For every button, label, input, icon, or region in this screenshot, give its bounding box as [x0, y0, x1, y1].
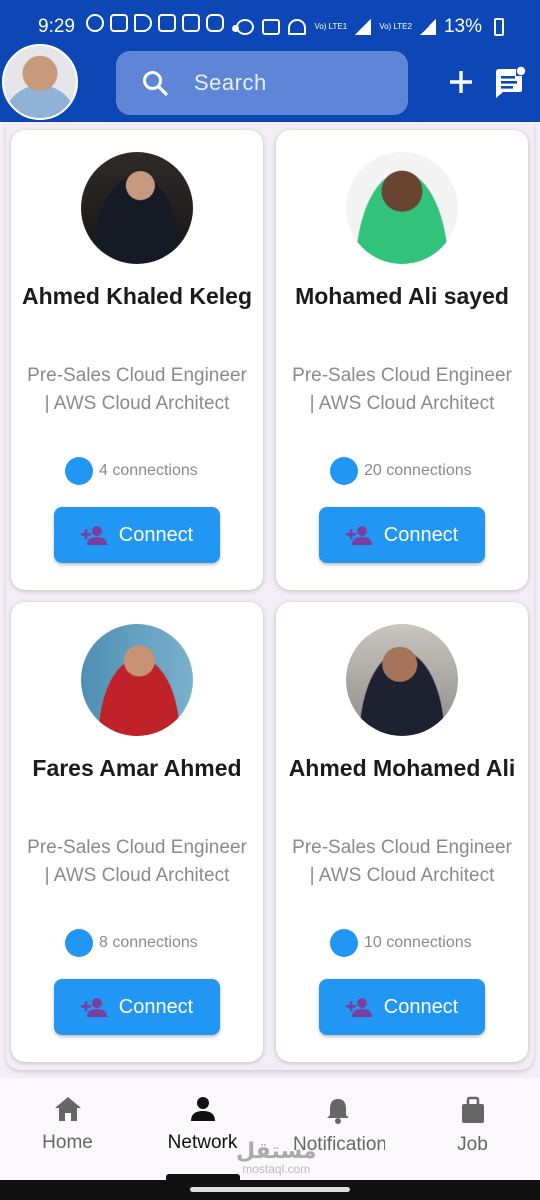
nav-home[interactable]: Home: [0, 1096, 135, 1166]
play-store-icon: [134, 14, 152, 32]
connections-info: 8 connections: [65, 928, 198, 958]
profile-avatar[interactable]: [2, 44, 78, 120]
bell-icon: [326, 1099, 349, 1124]
suggestions-grid: Ahmed Khaled Keleg Pre-Sales Cloud Engin…: [6, 122, 534, 1070]
connect-button[interactable]: Connect: [54, 979, 220, 1035]
laptop-icon: [182, 14, 200, 32]
search-input[interactable]: [194, 68, 394, 98]
connect-label: Connect: [118, 523, 194, 546]
person-photo: [346, 624, 458, 736]
notification-icons: [86, 14, 224, 32]
wifi-icon: [288, 19, 307, 35]
app-bar: 9:29 Vo) LTE1 Vo) LTE2 13%: [0, 0, 540, 122]
connections-count: 20 connections: [364, 462, 472, 479]
person-headline: Pre-Sales Cloud Engineer | AWS Cloud Arc…: [27, 365, 247, 414]
plus-icon[interactable]: [446, 67, 476, 97]
person-headline: Pre-Sales Cloud Engineer | AWS Cloud Arc…: [27, 837, 247, 886]
person-add-icon: [80, 526, 107, 545]
connections-avatar: [65, 457, 93, 485]
connections-count: 10 connections: [364, 934, 472, 951]
connections-info: 10 connections: [330, 928, 472, 958]
person-name: Ahmed Mohamed Ali: [288, 755, 516, 781]
contact-icon: [110, 14, 128, 32]
sim1-signal-icon: [355, 19, 372, 35]
person-card[interactable]: Ahmed Mohamed Ali Pre-Sales Cloud Engine…: [276, 602, 528, 1062]
connections-count: 4 connections: [99, 462, 198, 479]
person-photo: [81, 624, 193, 736]
person-add-icon: [345, 526, 372, 545]
alarm-icon: [236, 19, 255, 35]
person-icon: [190, 1097, 215, 1121]
message-icon[interactable]: [494, 66, 526, 98]
connect-label: Connect: [383, 523, 459, 546]
person-name: Fares Amar Ahmed: [32, 755, 242, 781]
connections-avatar: [65, 929, 93, 957]
person-add-icon: [345, 998, 372, 1017]
person-photo: [346, 152, 458, 264]
sim2-signal-icon: [419, 19, 436, 35]
connections-info: 4 connections: [65, 456, 198, 486]
nav-home-label: Home: [42, 1132, 93, 1153]
status-bar: 9:29 Vo) LTE1 Vo) LTE2 13%: [0, 12, 540, 48]
connections-info: 20 connections: [330, 456, 472, 486]
person-headline: Pre-Sales Cloud Engineer | AWS Cloud Arc…: [292, 837, 512, 886]
search-bar[interactable]: [116, 51, 408, 115]
connections-avatar: [330, 457, 358, 485]
watermark: مستقل mostaql.com: [236, 1138, 317, 1177]
watermark-latin: mostaql.com: [242, 1162, 311, 1176]
connect-button[interactable]: Connect: [319, 979, 485, 1035]
system-indicators: Vo) LTE1 Vo) LTE2 13%: [236, 16, 504, 38]
discord-icon: [206, 14, 224, 32]
battery-percent: 13%: [443, 16, 482, 37]
sim1-label: Vo) LTE1: [314, 22, 348, 31]
connect-button[interactable]: Connect: [319, 507, 485, 563]
search-icon: [143, 71, 168, 96]
connections-avatar: [330, 929, 358, 957]
person-name: Ahmed Khaled Keleg: [21, 283, 253, 309]
person-headline: Pre-Sales Cloud Engineer | AWS Cloud Arc…: [292, 365, 512, 414]
instagram-icon: [158, 14, 176, 32]
mute-icon: [262, 19, 281, 35]
connect-button[interactable]: Connect: [54, 507, 220, 563]
person-card[interactable]: Ahmed Khaled Keleg Pre-Sales Cloud Engin…: [11, 130, 263, 590]
person-photo: [81, 152, 193, 264]
nav-job[interactable]: Job: [405, 1096, 540, 1166]
briefcase-icon: [461, 1096, 484, 1123]
connect-label: Connect: [118, 995, 194, 1018]
person-card[interactable]: Mohamed Ali sayed Pre-Sales Cloud Engine…: [276, 130, 528, 590]
connect-label: Connect: [383, 995, 459, 1018]
battery-icon: [494, 18, 504, 36]
person-name: Mohamed Ali sayed: [295, 283, 509, 309]
gesture-handle[interactable]: [190, 1187, 350, 1192]
connections-count: 8 connections: [99, 934, 198, 951]
status-time: 9:29: [38, 16, 75, 37]
person-add-icon: [80, 998, 107, 1017]
watermark-arabic: مستقل: [236, 1138, 317, 1163]
home-icon: [54, 1097, 81, 1121]
nav-job-label: Job: [457, 1134, 488, 1155]
sim2-label: Vo) LTE2: [379, 22, 412, 31]
person-card[interactable]: Fares Amar Ahmed Pre-Sales Cloud Enginee…: [11, 602, 263, 1062]
whatsapp-icon: [86, 14, 104, 32]
